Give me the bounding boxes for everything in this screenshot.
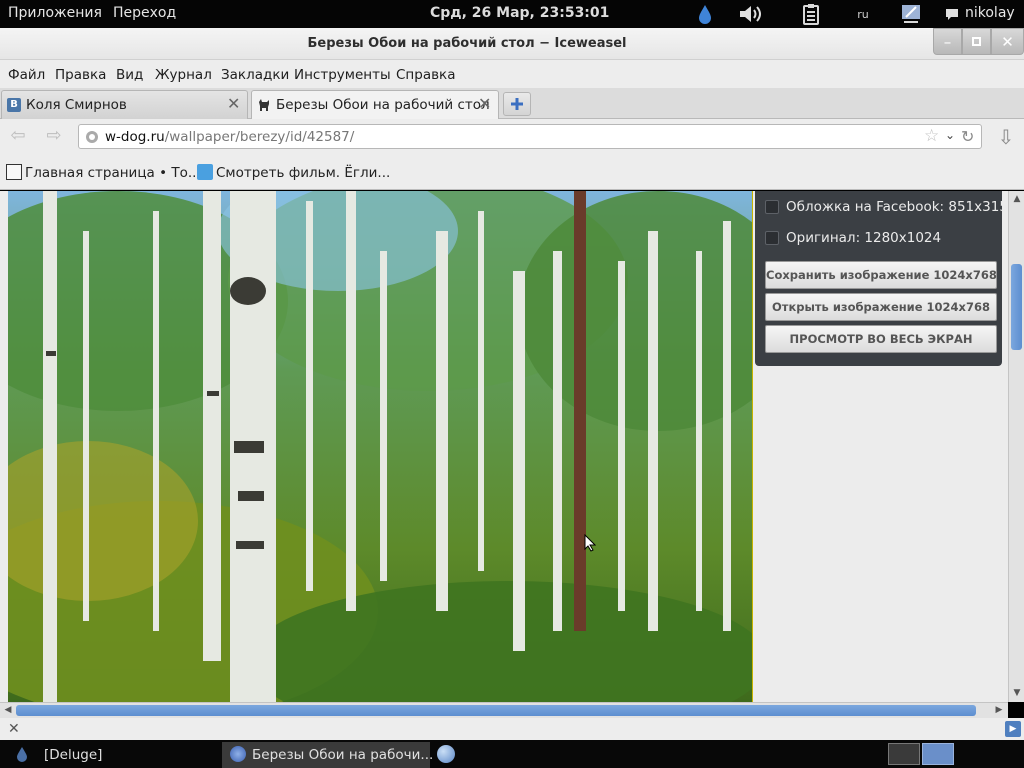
original-size-label[interactable]: Оригинал: 1280x1024 — [786, 230, 941, 246]
bookmark-main-page[interactable]: Главная страница • То... — [6, 164, 201, 181]
reload-icon[interactable]: ↻ — [961, 127, 974, 146]
download-arrow-icon: ⇩ — [997, 125, 1015, 149]
tab-label: Березы Обои на рабочий стол — [276, 97, 490, 113]
url-host: w-dog.ru — [105, 129, 165, 145]
close-window-button[interactable]: ✕ — [991, 28, 1024, 55]
vertical-scroll-thumb[interactable] — [1011, 264, 1022, 350]
menu-history[interactable]: Журнал — [155, 67, 212, 83]
vertical-scrollbar[interactable]: ▲ ▼ — [1008, 191, 1024, 702]
navigation-toolbar: ⇦ ⇨ w-dog.ru/wallpaper/berezy/id/42587/ … — [0, 119, 1024, 155]
status-bar: ✕ ▶ — [0, 718, 1024, 740]
dog-favicon-icon — [257, 98, 271, 112]
workspace-1-icon[interactable] — [888, 743, 920, 765]
chat-icon[interactable] — [944, 2, 960, 26]
maximize-icon — [972, 37, 981, 46]
taskbar-iceweasel[interactable]: Березы Обои на рабочи... — [222, 742, 434, 768]
next-arrow-icon[interactable]: ▶ — [1005, 721, 1021, 737]
bookmark-favicon-icon — [6, 164, 22, 180]
download-options-panel: Обложка на Facebook: 851x315 Оригинал: 1… — [755, 191, 1008, 366]
clipboard-icon[interactable] — [800, 2, 822, 26]
original-size-checkbox[interactable] — [765, 231, 779, 245]
taskbar-deluge[interactable]: [Deluge] — [8, 742, 218, 768]
volume-icon[interactable] — [738, 2, 764, 26]
clock[interactable]: Срд, 26 Мар, 23:53:01 — [430, 5, 609, 21]
mouse-cursor-icon — [584, 533, 597, 556]
tab-kolya-smirnov[interactable]: B Коля Смирнов ✕ — [1, 90, 248, 119]
menu-edit[interactable]: Правка — [55, 67, 106, 83]
scroll-left-icon[interactable]: ◀ — [1, 703, 15, 717]
minimize-button[interactable]: – — [933, 28, 962, 55]
bookmark-film[interactable]: Смотреть фильм. Ёгли... — [197, 164, 390, 181]
scroll-up-icon[interactable]: ▲ — [1010, 192, 1024, 206]
scroll-right-icon[interactable]: ▶ — [992, 703, 1006, 717]
bookmarks-toolbar: Главная страница • То... Смотреть фильм.… — [0, 155, 1024, 190]
horizontal-scrollbar[interactable]: ◀ ▶ — [0, 702, 1008, 718]
maximize-button[interactable] — [962, 28, 991, 55]
facebook-cover-checkbox[interactable] — [765, 200, 779, 214]
tab-close-icon[interactable]: ✕ — [478, 96, 492, 112]
url-text[interactable]: w-dog.ru/wallpaper/berezy/id/42587/ — [105, 129, 354, 145]
vk-favicon-icon: B — [7, 98, 21, 112]
bottom-taskbar: [Deluge] Березы Обои на рабочи... — [0, 740, 1024, 768]
back-button[interactable]: ⇦ — [4, 125, 32, 149]
facebook-cover-label[interactable]: Обложка на Facebook: 851x315 — [786, 199, 1008, 215]
deluge-drop-icon[interactable] — [695, 2, 715, 26]
globe-icon — [85, 130, 99, 148]
deluge-icon — [16, 746, 30, 762]
user-menu[interactable]: nikolay — [965, 5, 1015, 21]
tab-label: Коля Смирнов — [26, 97, 127, 113]
close-find-bar-icon[interactable]: ✕ — [8, 721, 20, 737]
bookmark-label: Смотреть фильм. Ёгли... — [216, 165, 391, 181]
bookmark-label: Главная страница • То... — [25, 165, 201, 181]
window-title: Березы Обои на рабочий стол − Iceweasel — [307, 36, 627, 51]
birch-forest-wallpaper-image[interactable] — [8, 191, 753, 702]
scroll-down-icon[interactable]: ▼ — [1010, 686, 1024, 700]
new-tab-button[interactable] — [503, 92, 531, 116]
task-label: Березы Обои на рабочи... — [252, 747, 434, 763]
download-button[interactable]: ⇩ — [992, 125, 1020, 149]
menu-bookmarks[interactable]: Закладки — [221, 67, 289, 83]
plus-icon — [511, 98, 523, 110]
open-image-button[interactable]: Открыть изображение 1024x768 — [765, 293, 997, 321]
menu-help[interactable]: Справка — [396, 67, 455, 83]
tab-close-icon[interactable]: ✕ — [227, 96, 241, 112]
page-content: Обложка на Facebook: 851x315 Оригинал: 1… — [0, 191, 1008, 702]
applications-menu[interactable]: Приложения — [8, 5, 102, 21]
iceweasel-icon — [230, 746, 246, 762]
save-image-button[interactable]: Сохранить изображение 1024x768 — [765, 261, 997, 289]
bookmark-favicon-icon — [197, 164, 213, 180]
workspace-2-icon[interactable] — [922, 743, 954, 765]
close-icon: ✕ — [1001, 32, 1014, 51]
fullscreen-view-button[interactable]: ПРОСМОТР ВО ВЕСЬ ЭКРАН — [765, 325, 997, 353]
top-panel: Приложения Переход Срд, 26 Мар, 23:53:01… — [0, 0, 1024, 28]
network-icon[interactable] — [900, 2, 922, 26]
menu-tools[interactable]: Инструменты — [294, 67, 391, 83]
menubar: Файл Правка Вид Журнал Закладки Инструме… — [0, 60, 1024, 88]
forward-arrow-icon: ⇨ — [46, 125, 62, 146]
menu-view[interactable]: Вид — [116, 67, 143, 83]
keyboard-layout[interactable]: ru — [848, 2, 878, 26]
window-titlebar[interactable]: Березы Обои на рабочий стол − Iceweasel … — [0, 28, 1024, 60]
bookmark-star-icon[interactable]: ☆ — [924, 126, 939, 146]
url-bar[interactable]: w-dog.ru/wallpaper/berezy/id/42587/ ☆ ⌄ … — [78, 124, 982, 149]
browser-globe-icon[interactable] — [437, 745, 455, 763]
tabbar: B Коля Смирнов ✕ Березы Обои на рабочий … — [0, 88, 1024, 120]
menu-file[interactable]: Файл — [8, 67, 45, 83]
back-arrow-icon: ⇦ — [10, 125, 26, 146]
task-label: [Deluge] — [44, 747, 103, 763]
url-path: /wallpaper/berezy/id/42587/ — [164, 129, 355, 145]
minimize-icon: – — [943, 32, 952, 51]
places-menu[interactable]: Переход — [113, 5, 176, 21]
forward-button[interactable]: ⇨ — [40, 125, 68, 149]
dropdown-chevron-icon[interactable]: ⌄ — [945, 128, 955, 142]
horizontal-scroll-thumb[interactable] — [16, 705, 976, 716]
tab-berezy-wallpaper[interactable]: Березы Обои на рабочий стол ✕ — [251, 90, 499, 120]
